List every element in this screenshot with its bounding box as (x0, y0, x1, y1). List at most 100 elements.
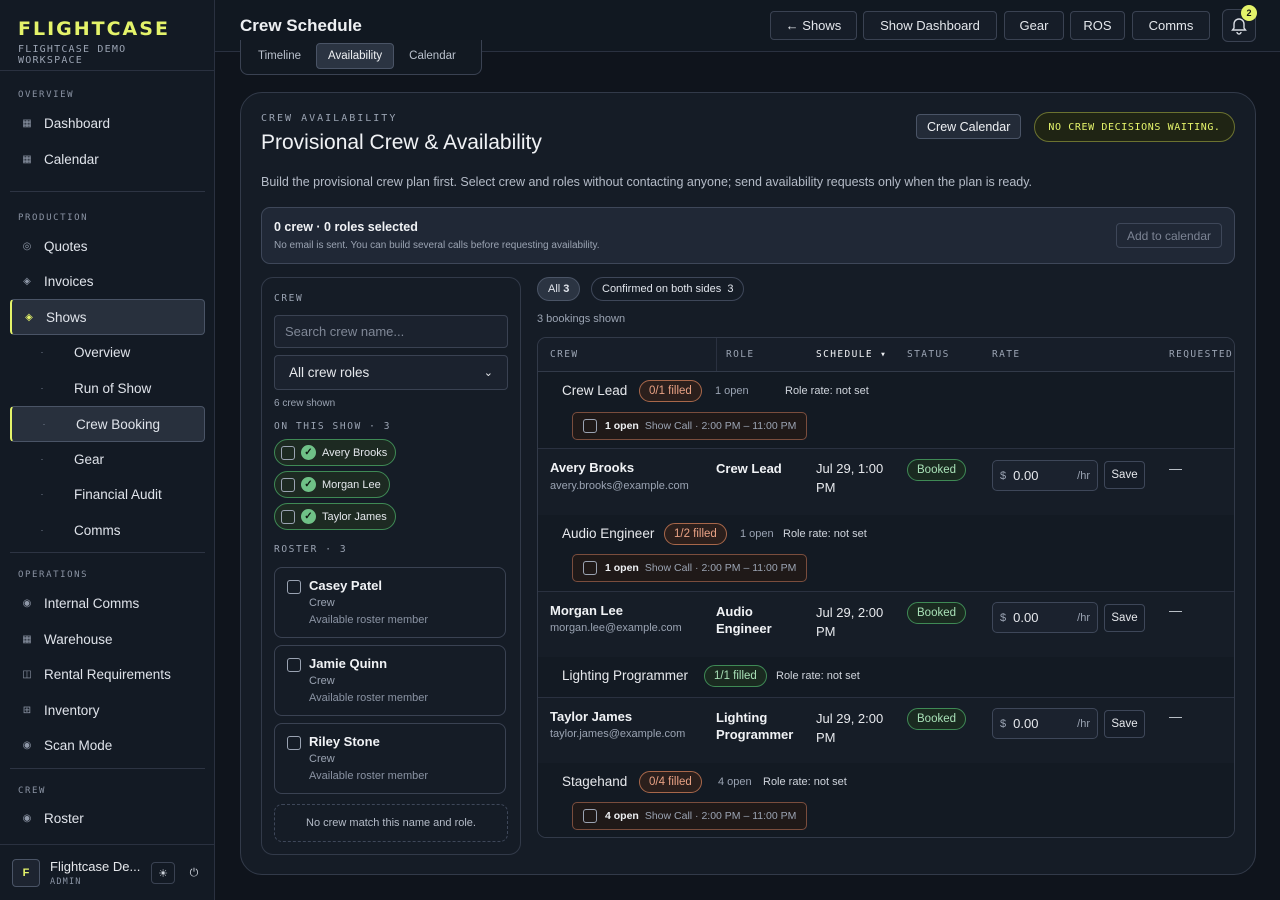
sidebar-subitem-overview[interactable]: · Overview (10, 334, 205, 370)
sidebar-item-internal-comms[interactable]: ◉ Internal Comms (10, 585, 205, 621)
sidebar-subitem-comms[interactable]: · Comms (10, 512, 205, 548)
workspace-name: FLIGHTCASE DEMO WORKSPACE (18, 44, 127, 66)
crew-search-input[interactable] (274, 315, 508, 348)
crew-label: CREW (274, 293, 304, 304)
save-rate-button[interactable]: Save (1104, 604, 1145, 632)
sidebar-item-warehouse[interactable]: ▦ Warehouse (10, 621, 205, 657)
sidebar-item-inventory[interactable]: ⊞ Inventory (10, 692, 205, 728)
roster-card[interactable]: Riley Stone Crew Available roster member (274, 723, 506, 794)
header-label: ROLE (726, 349, 755, 360)
crew-role-select[interactable]: All crew roles ⌄ (274, 355, 508, 390)
tab-timeline[interactable]: Timeline (247, 43, 312, 69)
open-slot[interactable]: 1 open Show Call · 2:00 PM – 11:00 PM (572, 554, 808, 582)
checkbox[interactable] (287, 736, 301, 750)
user-role: ADMIN (50, 876, 82, 887)
column-header-rate[interactable]: RATE (992, 338, 1020, 371)
sidebar-item-label: Inventory (44, 702, 100, 718)
open-slot[interactable]: 1 open Show Call · 2:00 PM – 11:00 PM (572, 412, 808, 440)
sidebar-subitem-gear[interactable]: · Gear (10, 441, 205, 477)
on-show-label: ON THIS SHOW · 3 (274, 421, 392, 432)
page-title: Crew Schedule (240, 16, 362, 35)
checkbox[interactable] (281, 445, 295, 460)
rate-value: 0.00 (1013, 468, 1039, 483)
back-to-shows-button[interactable]: ← Shows (770, 11, 857, 40)
sidebar-item-label: Warehouse (44, 631, 113, 647)
rate-input[interactable]: $0.00/hr (992, 602, 1098, 633)
column-header-role[interactable]: ROLE (716, 338, 754, 371)
group-name: Crew Lead (562, 383, 628, 398)
card-description: Build the provisional crew plan first. S… (261, 175, 1033, 189)
on-show-chip[interactable]: ✓ Morgan Lee (274, 471, 390, 498)
sidebar-item-roster[interactable]: ◉ Roster (10, 800, 205, 836)
checkbox[interactable] (583, 419, 597, 433)
sidebar-item-invoices[interactable]: ◈ Invoices (10, 263, 205, 299)
roster-name: Casey Patel (309, 578, 382, 593)
power-icon[interactable]: ⏻ (182, 862, 206, 884)
sidebar-item-scan-mode[interactable]: ◉ Scan Mode (10, 727, 205, 763)
rate-input[interactable]: $0.00/hr (992, 708, 1098, 739)
roster-status: Available roster member (309, 692, 429, 704)
currency-symbol: $ (1000, 611, 1007, 624)
call-time: Show Call · 2:00 PM – 11:00 PM (644, 562, 797, 574)
save-rate-button[interactable]: Save (1104, 710, 1145, 738)
roster-card[interactable]: Jamie Quinn Crew Available roster member (274, 645, 506, 716)
on-show-chip[interactable]: ✓ Avery Brooks (274, 439, 397, 466)
crew-schedule: Jul 29, 2:00 PM (816, 711, 884, 745)
filter-all[interactable]: All 3 (537, 277, 581, 301)
sidebar-subitem-crew-booking[interactable]: · Crew Booking (10, 406, 205, 442)
sidebar-subitem-financial-audit[interactable]: · Financial Audit (10, 476, 205, 512)
checkbox[interactable] (287, 658, 301, 672)
sidebar-item-rental-requirements[interactable]: ◫ Rental Requirements (10, 656, 205, 692)
sidebar-item-label: Invoices (44, 273, 94, 289)
roster-card[interactable]: Casey Patel Crew Available roster member (274, 567, 506, 638)
comms-button[interactable]: Comms (1132, 11, 1210, 40)
tab-availability[interactable]: Availability (316, 43, 395, 69)
sidebar-item-shows[interactable]: ◈ Shows (10, 299, 205, 335)
crew-role: Lighting Programmer (716, 710, 794, 742)
theme-toggle-icon[interactable]: ☀ (151, 862, 175, 884)
crew-role: Audio Engineer (716, 604, 772, 636)
checkbox[interactable] (281, 477, 295, 492)
selection-title: 0 crew · 0 roles selected (274, 220, 418, 234)
checkbox[interactable] (583, 561, 597, 575)
role-group-crew-lead: Crew Lead 0/1 filled 1 open Role rate: n… (538, 372, 1234, 448)
checkbox[interactable] (583, 809, 597, 823)
column-header-requested[interactable]: REQUESTED (1169, 338, 1233, 371)
checkbox[interactable] (281, 509, 295, 524)
ros-button[interactable]: ROS (1070, 11, 1125, 40)
open-slot[interactable]: 4 open Show Call · 2:00 PM – 11:00 PM (572, 802, 808, 830)
show-dashboard-button[interactable]: Show Dashboard (863, 11, 997, 40)
on-show-chip[interactable]: ✓ Taylor James (274, 503, 396, 530)
crew-schedule: Jul 29, 1:00 PM (816, 461, 884, 495)
diamond-icon: ◈ (25, 311, 33, 323)
sidebar-item-dashboard[interactable]: ▦ Dashboard (10, 105, 205, 141)
tab-calendar[interactable]: Calendar (398, 43, 467, 69)
checkbox[interactable] (287, 580, 301, 594)
sidebar-subitem-run-of-show[interactable]: · Run of Show (10, 370, 205, 406)
dot-icon: · (42, 419, 46, 429)
divider (10, 552, 205, 553)
avatar[interactable]: F (12, 858, 40, 887)
role-rate: Role rate: not set (763, 776, 847, 788)
column-header-status[interactable]: STATUS (907, 338, 950, 371)
check-icon: ✓ (301, 509, 316, 524)
gear-button[interactable]: Gear (1004, 11, 1064, 40)
add-to-calendar-button[interactable]: Add to calendar (1115, 223, 1222, 248)
selection-subtitle: No email is sent. You can build several … (274, 240, 600, 251)
record-icon: ◉ (22, 597, 32, 609)
filter-confirmed[interactable]: Confirmed on both sides 3 (591, 277, 745, 301)
divider (10, 191, 205, 192)
sidebar-item-quotes[interactable]: ◎ Quotes (10, 228, 205, 264)
roster-label: ROSTER · 3 (274, 544, 348, 555)
app: FLIGHTCASE FLIGHTCASE DEMO WORKSPACE OVE… (0, 0, 1280, 900)
column-header-crew[interactable]: CREW (550, 338, 578, 371)
user-name: Flightcase De... (50, 858, 141, 874)
open-slot-count: 1 open (605, 420, 639, 432)
availability-card: CREW AVAILABILITY Provisional Crew & Ava… (240, 92, 1256, 875)
sidebar-item-calendar[interactable]: ▦ Calendar (10, 141, 205, 177)
save-rate-button[interactable]: Save (1104, 461, 1145, 489)
crew-calendar-button[interactable]: Crew Calendar (916, 114, 1022, 139)
column-header-schedule[interactable]: SCHEDULE ▾ (816, 338, 887, 371)
roster-role: Crew (309, 753, 335, 765)
rate-input[interactable]: $0.00/hr (992, 460, 1098, 491)
